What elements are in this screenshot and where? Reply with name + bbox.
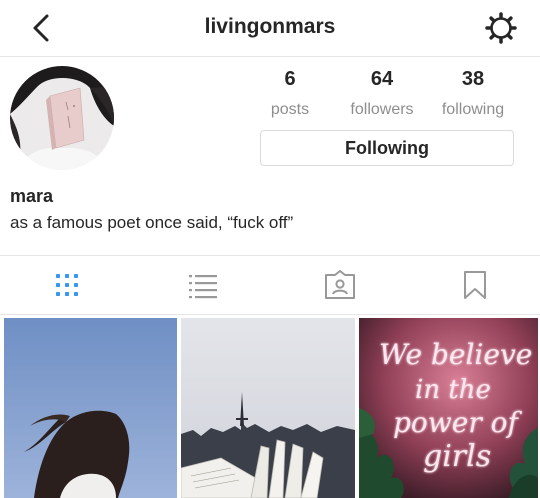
posts-stat[interactable]: 6 posts [245,68,335,119]
profile-display-name: mara [10,186,54,206]
neon-text-line2: in the [415,375,491,405]
profile-view-tabs [0,255,540,315]
post-thumbnail-3[interactable]: We believe in the power of girls [359,318,538,498]
following-label: following [441,101,505,118]
profile-avatar[interactable] [10,66,114,170]
profile-username-title: livingonmars [204,15,336,38]
post-image-paris-book [181,318,355,498]
neon-text-line4: girls [423,439,491,474]
top-nav-bar: livingonmars [0,0,540,57]
post-thumbnail-1[interactable] [4,318,177,498]
saved-bookmark-icon[interactable] [460,270,490,300]
avatar-photo [10,66,114,170]
neon-text-line3: power of [393,406,522,439]
followers-label: followers [350,101,414,118]
posts-count: 6 [284,68,296,90]
post-image-neon-sign: We believe in the power of girls [359,318,538,498]
following-count: 38 [461,68,485,90]
tagged-photos-icon[interactable] [323,270,357,300]
post-image-windswept-hair [4,318,177,498]
following-button[interactable]: Following [260,130,514,166]
followers-count: 64 [370,68,394,90]
profile-bio: as a famous poet once said, “fuck off” [10,213,294,232]
post-thumbnail-2[interactable] [181,318,355,498]
list-view-icon[interactable] [188,270,218,300]
posts-label: posts [270,101,310,118]
followers-stat[interactable]: 64 followers [337,68,427,119]
settings-gear-icon[interactable] [484,11,518,45]
neon-text-line1: We believe [379,338,532,371]
grid-view-icon[interactable] [52,270,82,300]
following-stat[interactable]: 38 following [428,68,518,119]
